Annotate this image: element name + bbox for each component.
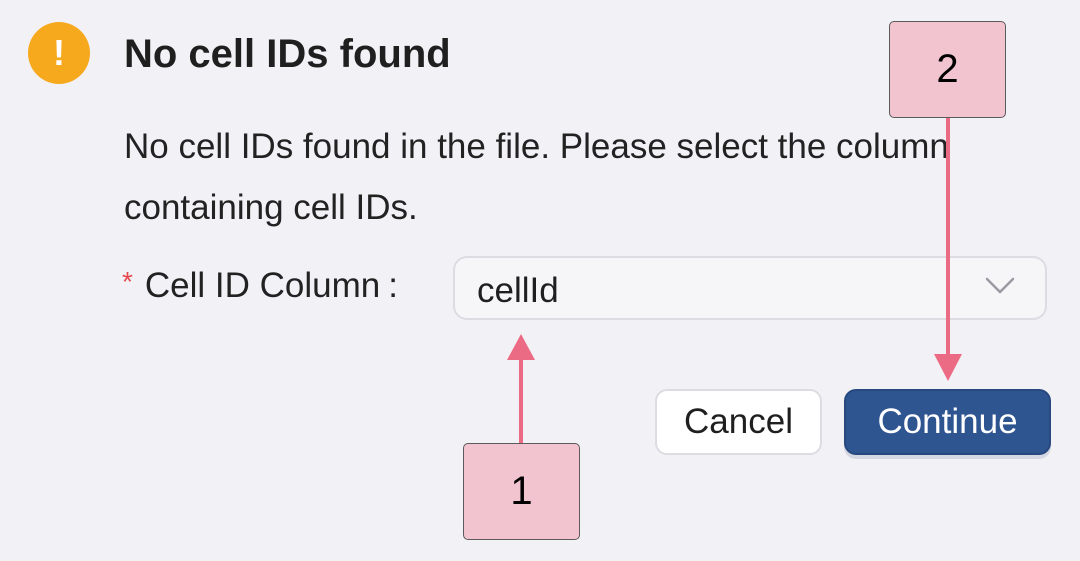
dialog-title: No cell IDs found bbox=[124, 32, 451, 76]
dialog-message: No cell IDs found in the file. Please se… bbox=[124, 127, 949, 227]
warning-icon-glyph: ! bbox=[53, 32, 65, 73]
chevron-down-icon bbox=[985, 277, 1015, 294]
field-label-colon: : bbox=[388, 266, 398, 305]
cell-id-column-select[interactable]: cellId bbox=[453, 256, 1047, 320]
cancel-button[interactable]: Cancel bbox=[655, 389, 822, 455]
continue-button[interactable]: Continue bbox=[844, 389, 1051, 455]
field-label-text: Cell ID Column bbox=[144, 266, 381, 305]
arrow-1 bbox=[507, 334, 535, 443]
cell-id-column-label: * Cell ID Column : bbox=[122, 266, 398, 306]
warning-icon: ! bbox=[28, 22, 90, 84]
select-value: cellId bbox=[477, 271, 559, 310]
annotation-callout-2: 2 bbox=[889, 21, 1006, 118]
required-mark: * bbox=[122, 266, 133, 297]
annotation-callout-1: 1 bbox=[463, 443, 580, 540]
